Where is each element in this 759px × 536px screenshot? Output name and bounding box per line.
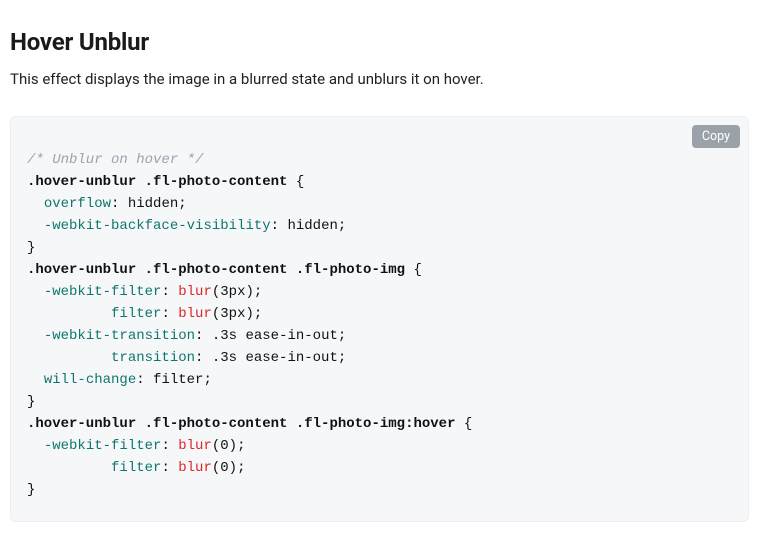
- section-description: This effect displays the image in a blur…: [10, 70, 749, 88]
- copy-button[interactable]: Copy: [692, 125, 740, 148]
- code-content: /* Unblur on hover */ .hover-unblur .fl-…: [27, 149, 732, 501]
- code-block: Copy /* Unblur on hover */ .hover-unblur…: [10, 116, 749, 522]
- section-heading: Hover Unblur: [10, 28, 749, 56]
